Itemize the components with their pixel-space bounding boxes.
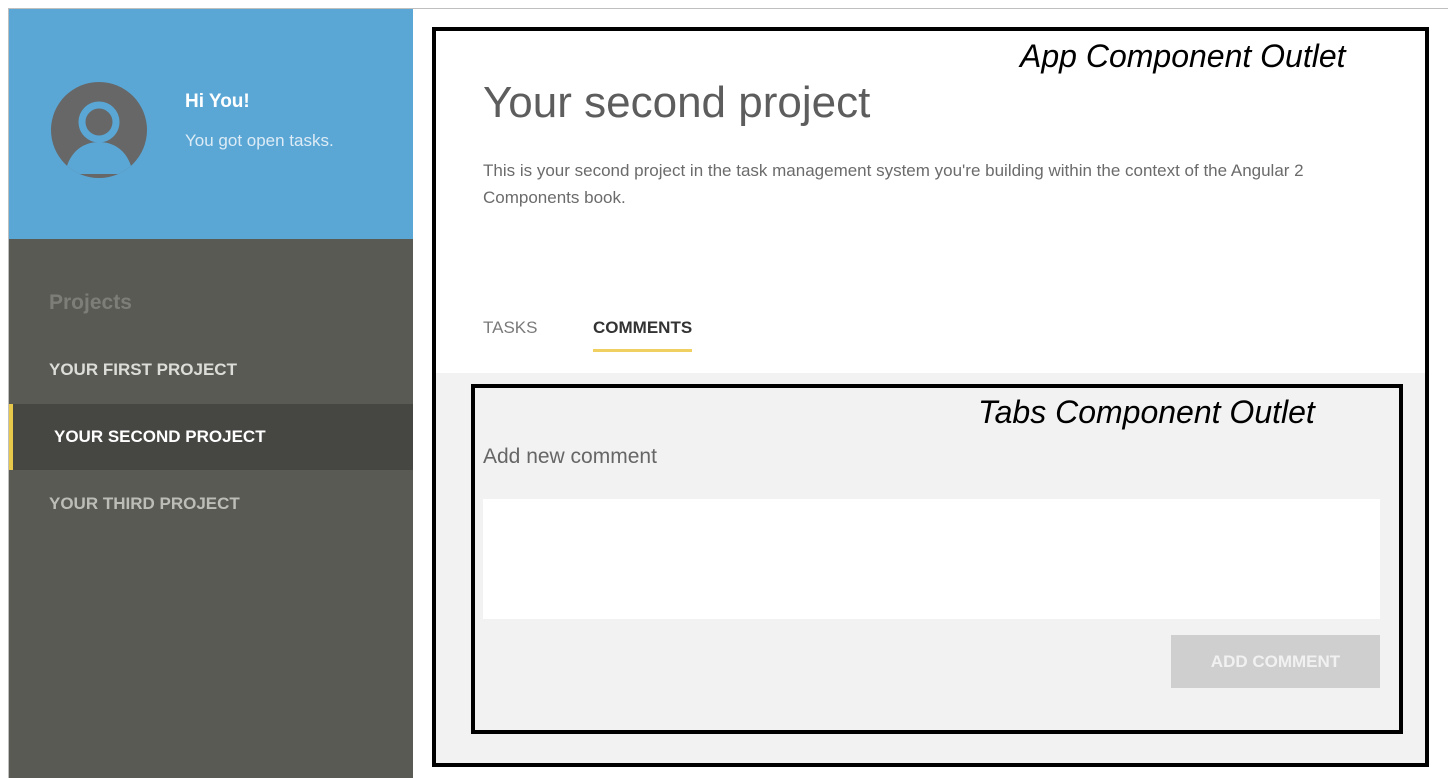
- tabs-outlet-annotation: Tabs Component Outlet: [978, 394, 1315, 430]
- comment-input[interactable]: [483, 499, 1380, 619]
- tab-comments[interactable]: COMMENTS: [593, 318, 693, 352]
- project-title: Your second project: [483, 78, 871, 127]
- sidebar-item-second-project[interactable]: YOUR SECOND PROJECT: [9, 404, 413, 470]
- add-comment-label: Add new comment: [483, 445, 657, 468]
- app-outlet-annotation: App Component Outlet: [1020, 38, 1346, 74]
- sidebar-item-first-project[interactable]: YOUR FIRST PROJECT: [9, 337, 413, 403]
- user-avatar-icon: [51, 82, 147, 178]
- profile-header: Hi You! You got open tasks.: [9, 9, 413, 239]
- add-comment-button[interactable]: ADD COMMENT: [1171, 635, 1380, 688]
- tab-tasks[interactable]: TASKS: [483, 318, 537, 338]
- sidebar-item-third-project[interactable]: YOUR THIRD PROJECT: [9, 471, 413, 537]
- projects-heading: Projects: [49, 291, 132, 314]
- sidebar: Hi You! You got open tasks. Projects YOU…: [9, 9, 413, 778]
- profile-subtitle: You got open tasks.: [185, 131, 334, 150]
- project-description: This is your second project in the task …: [483, 161, 1304, 207]
- profile-greeting: Hi You!: [185, 91, 250, 112]
